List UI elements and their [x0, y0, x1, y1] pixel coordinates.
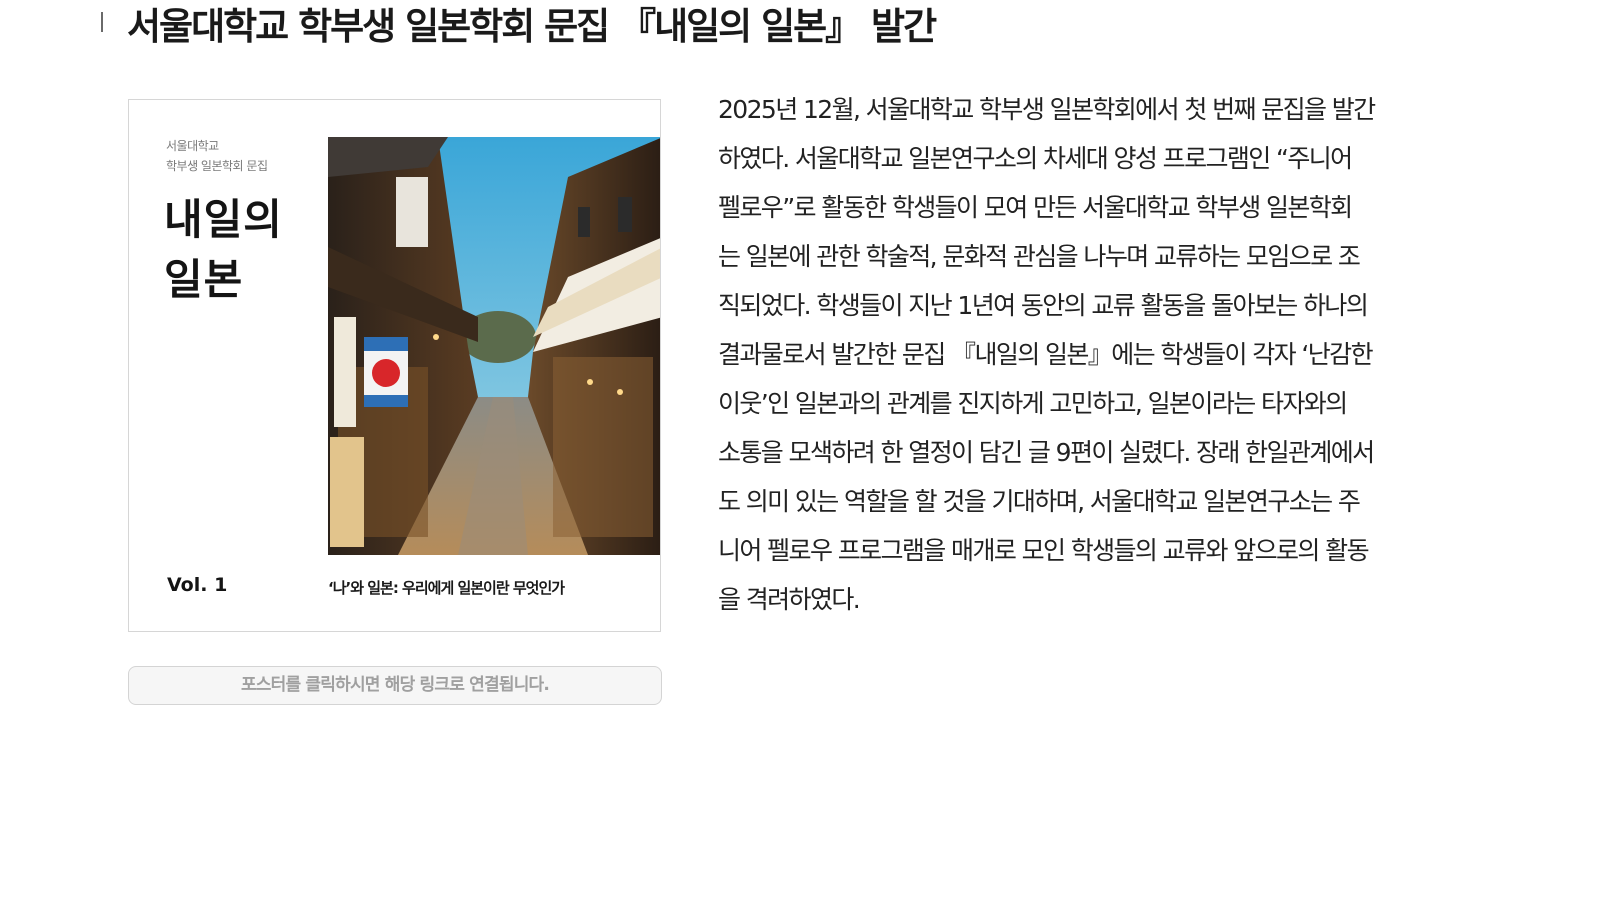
- poster-title-line1: 내일의: [164, 195, 283, 244]
- article-line: 하였다. 서울대학교 일본연구소의 차세대 양성 프로그램인 “주니어: [718, 144, 1353, 173]
- article-line: 는 일본에 관한 학술적, 문화적 관심을 나누며 교류하는 모임으로 조: [718, 242, 1361, 271]
- poster-university: 서울대학교: [166, 139, 219, 153]
- article-line: 소통을 모색하려 한 열정이 담긴 글 9편이 실렸다. 장래 한일관계에서: [718, 438, 1375, 467]
- article-line: 2025년 12월, 서울대학교 학부생 일본학회에서 첫 번째 문집을 발간: [718, 95, 1376, 124]
- article-line: 직되었다. 학생들이 지난 1년여 동안의 교류 활동을 돌아보는 하나의: [718, 291, 1369, 320]
- article-line: 결과물로서 발간한 문집 『내일의 일본』에는 학생들이 각자 ‘난감한: [718, 340, 1374, 369]
- title-accent-bar: [101, 12, 103, 32]
- poster-volume: Vol. 1: [167, 574, 228, 596]
- article-line: 을 격려하였다.: [718, 585, 861, 614]
- publication-poster[interactable]: 서울대학교 학부생 일본학회 문집 내일의 일본 Vol. 1 ‘나’와 일본:…: [128, 99, 661, 632]
- article-body: 2025년 12월, 서울대학교 학부생 일본학회에서 첫 번째 문집을 발간 …: [718, 85, 1442, 624]
- poster-link-caption[interactable]: 포스터를 클릭하시면 해당 링크로 연결됩니다.: [128, 666, 662, 705]
- article-line: 펠로우”로 활동한 학생들이 모여 만든 서울대학교 학부생 일본학회: [718, 193, 1353, 222]
- article-line: 도 의미 있는 역할을 할 것을 기대하며, 서울대학교 일본연구소는 주: [718, 487, 1361, 516]
- poster-subtitle: ‘나’와 일본: 우리에게 일본이란 무엇인가: [328, 579, 565, 597]
- poster-club-name: 학부생 일본학회 문집: [166, 159, 268, 173]
- poster-title-line2: 일본: [164, 255, 244, 304]
- article-line: 니어 펠로우 프로그램을 매개로 모인 학생들의 교류와 앞으로의 활동: [718, 536, 1370, 565]
- poster-street-photo: [328, 137, 660, 555]
- page-title: 서울대학교 학부생 일본학회 문집 『내일의 일본』 발간: [127, 5, 937, 48]
- article-line: 이웃’인 일본과의 관계를 진지하게 고민하고, 일본이라는 타자와의: [718, 389, 1348, 418]
